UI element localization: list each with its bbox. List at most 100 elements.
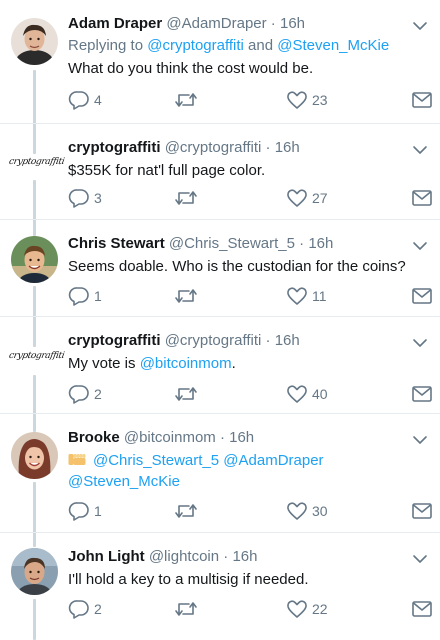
tweet-actions: 1 11 — [68, 284, 440, 308]
retweet-button[interactable] — [174, 382, 202, 406]
tweet-text: My vote is @bitcoinmom. — [68, 353, 422, 374]
tweet-header: Chris Stewart @Chris_Stewart_5 · 16h — [68, 234, 422, 254]
fist-bump-emoji-icon — [68, 454, 86, 465]
reply-icon — [68, 502, 89, 521]
tweet-text: I'll hold a key to a multisig if needed. — [68, 571, 309, 588]
user-handle[interactable]: @cryptograffiti — [165, 139, 262, 156]
chevron-down-icon[interactable] — [412, 142, 428, 158]
timestamp[interactable]: 16h — [232, 548, 257, 565]
avatar[interactable]: cryptograffiti — [8, 351, 65, 371]
adam-draper-avatar-icon — [11, 18, 58, 65]
envelope-icon — [412, 601, 432, 617]
direct-message-button[interactable] — [411, 382, 433, 406]
mention-link[interactable]: @Chris_Stewart_5 — [93, 452, 219, 469]
like-button[interactable]: 27 — [286, 186, 328, 210]
display-name[interactable]: cryptograffiti — [68, 332, 161, 349]
retweet-button[interactable] — [174, 499, 202, 523]
thread-connector — [33, 220, 36, 236]
like-button[interactable]: 23 — [286, 88, 328, 112]
heart-icon — [287, 287, 307, 305]
retweet-button[interactable] — [174, 284, 202, 308]
display-name[interactable]: Brooke — [68, 429, 120, 446]
chevron-down-icon[interactable] — [412, 432, 428, 448]
reply-button[interactable]: 1 — [68, 499, 102, 523]
thread-connector — [33, 375, 36, 416]
envelope-icon — [412, 386, 432, 402]
direct-message-button[interactable] — [411, 499, 433, 523]
heart-icon — [287, 600, 307, 618]
avatar[interactable] — [11, 548, 58, 595]
chevron-down-icon[interactable] — [412, 335, 428, 351]
retweet-button[interactable] — [174, 186, 202, 210]
tweet-text-suffix: . — [231, 355, 236, 372]
tweet-adam-draper[interactable]: Adam Draper @AdamDraper · 16h Replying t… — [0, 0, 440, 126]
tweet-actions: 1 30 — [68, 499, 440, 523]
retweet-button[interactable] — [174, 88, 202, 112]
timestamp[interactable]: 16h — [275, 139, 300, 156]
direct-message-button[interactable] — [411, 88, 433, 112]
reply-icon — [68, 287, 89, 306]
avatar[interactable] — [11, 236, 58, 283]
avatar[interactable]: cryptograffiti — [8, 157, 65, 177]
retweet-icon — [175, 289, 197, 303]
like-count: 40 — [312, 386, 328, 402]
tweet-actions: 2 22 — [68, 597, 440, 621]
direct-message-button[interactable] — [411, 284, 433, 308]
mention-link[interactable]: @Steven_McKie — [277, 37, 389, 54]
mention-link[interactable]: @bitcoinmom — [140, 355, 232, 372]
tweet-text: @Chris_Stewart_5 @AdamDraper @Steven_McKi… — [68, 450, 422, 492]
display-name[interactable]: Adam Draper — [68, 15, 162, 32]
john-light-avatar-icon — [11, 548, 58, 595]
like-button[interactable]: 40 — [286, 382, 328, 406]
tweet-header: cryptograffiti @cryptograffiti · 16h — [68, 138, 422, 158]
reply-button[interactable]: 2 — [68, 597, 102, 621]
mention-link[interactable]: @cryptograffiti — [147, 37, 244, 54]
timestamp[interactable]: 16h — [229, 429, 254, 446]
reply-button[interactable]: 2 — [68, 382, 102, 406]
tweet-cryptograffiti[interactable]: cryptograffiti cryptograffiti @cryptogra… — [0, 124, 440, 222]
user-handle[interactable]: @lightcoin — [149, 548, 219, 565]
mention-link[interactable]: @AdamDraper — [223, 452, 323, 469]
like-count: 30 — [312, 503, 328, 519]
cryptograffiti-logo: cryptograffiti — [8, 157, 65, 167]
tweet-cryptograffiti[interactable]: cryptograffiti cryptograffiti @cryptogra… — [0, 317, 440, 416]
thread-connector — [33, 317, 36, 347]
envelope-icon — [412, 503, 432, 519]
tweet-header: Adam Draper @AdamDraper · 16h — [68, 14, 422, 34]
direct-message-button[interactable] — [411, 186, 433, 210]
thread-connector — [33, 180, 36, 222]
user-handle[interactable]: @bitcoinmom — [124, 429, 216, 446]
like-button[interactable]: 11 — [286, 284, 327, 308]
retweet-icon — [175, 602, 197, 616]
avatar[interactable] — [11, 18, 58, 65]
separator-dot: · — [219, 548, 233, 565]
display-name[interactable]: cryptograffiti — [68, 139, 161, 156]
mention-link[interactable]: @Steven_McKie — [68, 473, 180, 490]
separator-dot: · — [261, 332, 275, 349]
avatar[interactable] — [11, 432, 58, 479]
replying-to-label: Replying to — [68, 37, 148, 54]
timestamp[interactable]: 16h — [280, 15, 305, 32]
like-button[interactable]: 22 — [286, 597, 328, 621]
chevron-down-icon[interactable] — [412, 238, 428, 254]
display-name[interactable]: Chris Stewart — [68, 235, 165, 252]
chevron-down-icon[interactable] — [412, 551, 428, 567]
direct-message-button[interactable] — [411, 597, 433, 621]
reply-button[interactable]: 4 — [68, 88, 102, 112]
display-name[interactable]: John Light — [68, 548, 145, 565]
user-handle[interactable]: @AdamDraper — [166, 15, 266, 32]
timestamp[interactable]: 16h — [308, 235, 333, 252]
user-handle[interactable]: @cryptograffiti — [165, 332, 262, 349]
envelope-icon — [412, 190, 432, 206]
tweet-john-light[interactable]: John Light @lightcoin · 16h I'll hold a … — [0, 533, 440, 640]
tweet-brooke[interactable]: Brooke @bitcoinmom · 16h @Chris_Stewart_… — [0, 414, 440, 535]
reply-button[interactable]: 1 — [68, 284, 102, 308]
user-handle[interactable]: @Chris_Stewart_5 — [169, 235, 295, 252]
tweet-chris-stewart[interactable]: Chris Stewart @Chris_Stewart_5 · 16h See… — [0, 220, 440, 319]
like-button[interactable]: 30 — [286, 499, 328, 523]
timestamp[interactable]: 16h — [275, 332, 300, 349]
chevron-down-icon[interactable] — [412, 18, 428, 34]
reply-button[interactable]: 3 — [68, 186, 102, 210]
retweet-icon — [175, 504, 197, 518]
retweet-button[interactable] — [174, 597, 202, 621]
